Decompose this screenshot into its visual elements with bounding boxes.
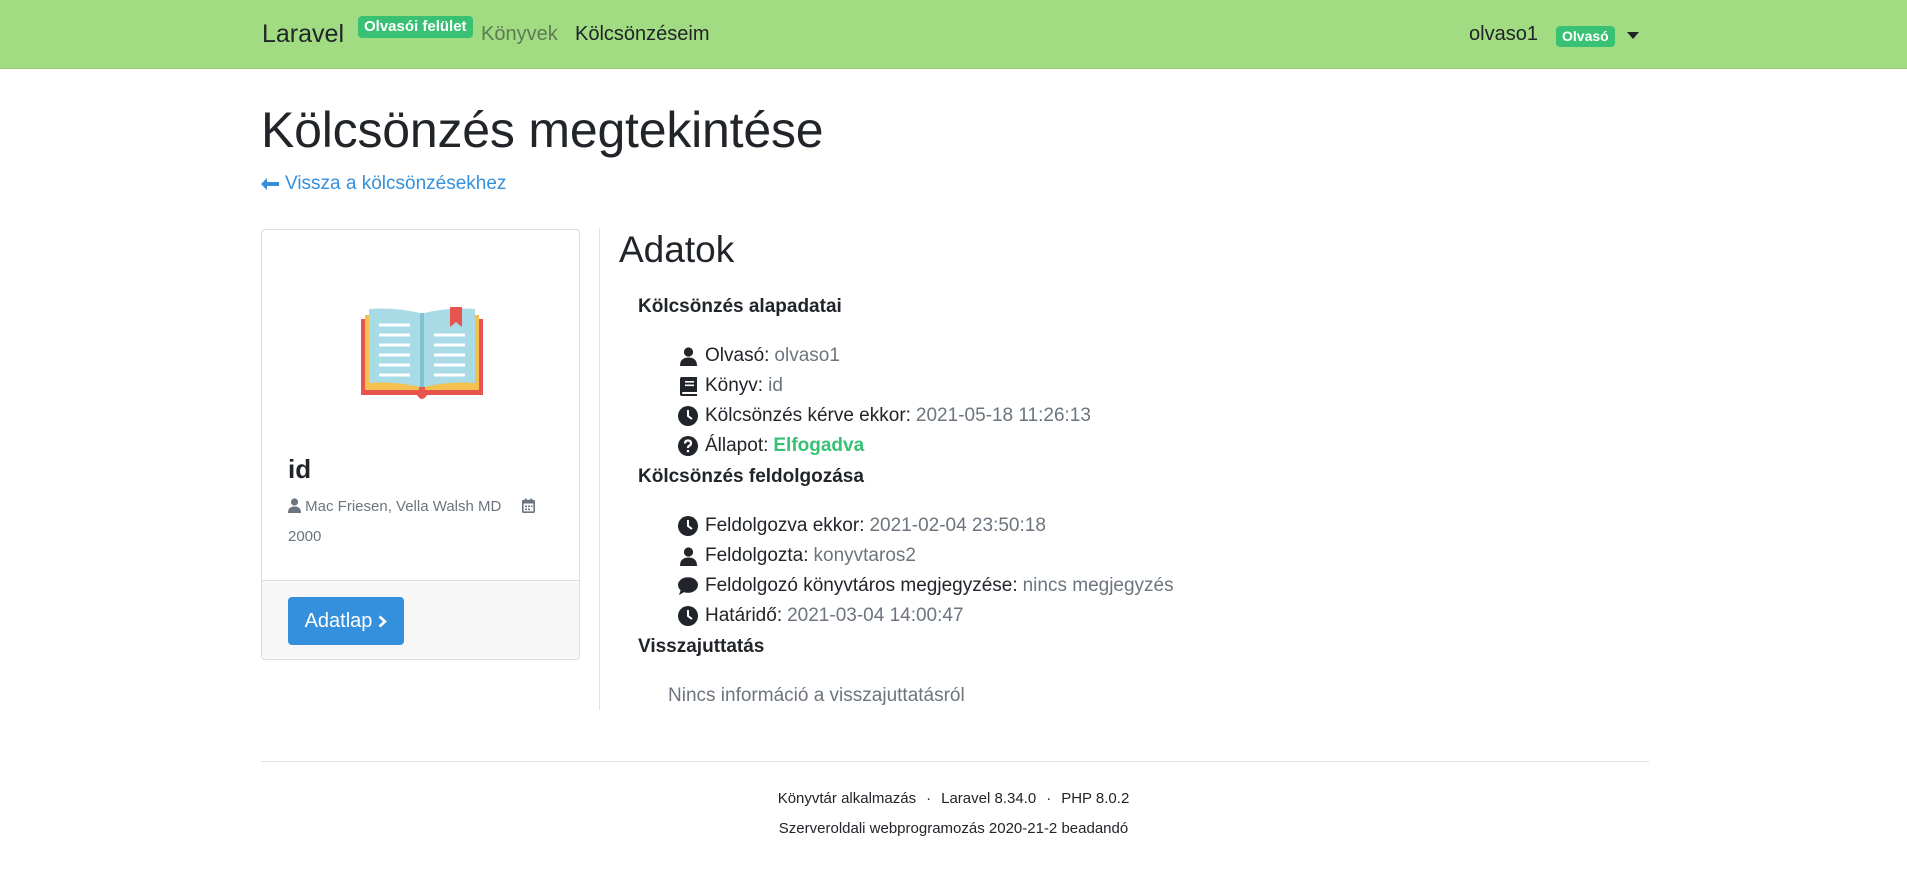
info-row-note: Feldolgozó könyvtáros megjegyzése: nincs… bbox=[677, 575, 1174, 597]
brand-link[interactable]: Laravel bbox=[262, 20, 344, 49]
navbar: Laravel Olvasói felület Könyvek Kölcsönz… bbox=[0, 0, 1907, 69]
book-value: id bbox=[768, 375, 783, 396]
footer-divider bbox=[261, 761, 1649, 762]
status-value: Elfogadva bbox=[773, 435, 865, 456]
clock-icon bbox=[678, 406, 698, 426]
note-value: nincs megjegyzés bbox=[1022, 575, 1174, 596]
info-row-book: Könyv: id bbox=[677, 375, 783, 397]
footer-separator: · bbox=[926, 790, 932, 807]
return-info: Nincs információ a visszajuttatásról bbox=[668, 685, 965, 706]
back-link-label: Vissza a kölcsönzésekhez bbox=[285, 173, 507, 194]
book-title: id bbox=[288, 454, 312, 484]
nav-link-my-loans[interactable]: Kölcsönzéseim bbox=[575, 23, 710, 46]
note-label: Feldolgozó könyvtáros megjegyzése: bbox=[705, 575, 1018, 596]
book-card: id Mac Friesen, Vella Walsh MD 2000 Adat… bbox=[261, 229, 580, 660]
footer-app-name: Könyvtár alkalmazás bbox=[777, 790, 917, 807]
clock-icon bbox=[678, 516, 698, 536]
deadline-label: Határidő: bbox=[705, 605, 783, 626]
datasheet-button-label: Adatlap bbox=[304, 609, 373, 632]
processed-by-value: konyvtaros2 bbox=[813, 545, 916, 566]
info-row-status: Állapot: Elfogadva bbox=[677, 435, 864, 457]
footer-php-version: PHP 8.0.2 bbox=[1061, 790, 1130, 807]
caret-down-icon[interactable] bbox=[1627, 32, 1639, 39]
processed-by-label: Feldolgozta: bbox=[705, 545, 809, 566]
datasheet-button[interactable]: Adatlap bbox=[288, 597, 404, 645]
question-circle-icon bbox=[678, 436, 698, 456]
info-row-requested: Kölcsönzés kérve ekkor: 2021-05-18 11:26… bbox=[677, 405, 1091, 427]
footer-course: Szerveroldali webprogramozás 2020-21-2 b… bbox=[778, 820, 1129, 837]
footer-laravel-version: Laravel 8.34.0 bbox=[941, 790, 1037, 807]
status-label: Állapot: bbox=[705, 435, 769, 456]
details-title: Adatok bbox=[619, 229, 735, 270]
deadline-value: 2021-03-04 14:00:47 bbox=[787, 605, 964, 626]
comment-icon bbox=[678, 577, 698, 595]
reader-value: olvaso1 bbox=[774, 345, 840, 366]
book-label: Könyv: bbox=[705, 375, 764, 396]
card-footer: Adatlap bbox=[262, 580, 579, 659]
area-badge: Olvasói felület bbox=[358, 16, 473, 38]
processed-at-value: 2021-02-04 23:50:18 bbox=[869, 515, 1046, 536]
book-year: 2000 bbox=[288, 528, 322, 545]
role-badge[interactable]: Olvasó bbox=[1556, 26, 1615, 47]
back-link[interactable]: Vissza a kölcsönzésekhez bbox=[261, 173, 506, 195]
processed-at-label: Feldolgozva ekkor: bbox=[705, 515, 865, 536]
requested-label: Kölcsönzés kérve ekkor: bbox=[705, 405, 911, 426]
user-icon bbox=[679, 346, 697, 366]
nav-link-books[interactable]: Könyvek bbox=[481, 23, 558, 46]
page-title: Kölcsönzés megtekintése bbox=[261, 102, 824, 158]
section-processing: Kölcsönzés feldolgozása bbox=[638, 466, 864, 487]
footer-versions: Könyvtár alkalmazás · Laravel 8.34.0 · PHP 8… bbox=[0, 790, 1907, 807]
column-divider bbox=[599, 228, 600, 710]
section-return: Visszajuttatás bbox=[638, 636, 765, 657]
info-row-processed-at: Feldolgozva ekkor: 2021-02-04 23:50:18 bbox=[677, 515, 1046, 537]
chevron-right-icon bbox=[379, 615, 388, 627]
reader-label: Olvasó: bbox=[705, 345, 770, 366]
user-icon bbox=[679, 546, 697, 566]
requested-value: 2021-05-18 11:26:13 bbox=[915, 405, 1091, 426]
section-basic: Kölcsönzés alapadatai bbox=[638, 296, 842, 317]
arrow-left-icon bbox=[261, 178, 279, 190]
info-row-reader: Olvasó: olvaso1 bbox=[677, 345, 840, 367]
calendar-icon bbox=[521, 498, 535, 513]
open-book-icon bbox=[361, 307, 483, 399]
user-menu-name[interactable]: olvaso1 bbox=[1469, 23, 1538, 46]
footer-separator: · bbox=[1046, 790, 1052, 807]
user-icon bbox=[288, 498, 301, 513]
book-icon bbox=[679, 376, 697, 396]
book-meta: Mac Friesen, Vella Walsh MD 2000 bbox=[288, 492, 558, 552]
info-row-deadline: Határidő: 2021-03-04 14:00:47 bbox=[677, 605, 964, 627]
book-authors: Mac Friesen, Vella Walsh MD bbox=[305, 498, 502, 515]
info-row-processed-by: Feldolgozta: konyvtaros2 bbox=[677, 545, 916, 567]
clock-icon bbox=[678, 606, 698, 626]
